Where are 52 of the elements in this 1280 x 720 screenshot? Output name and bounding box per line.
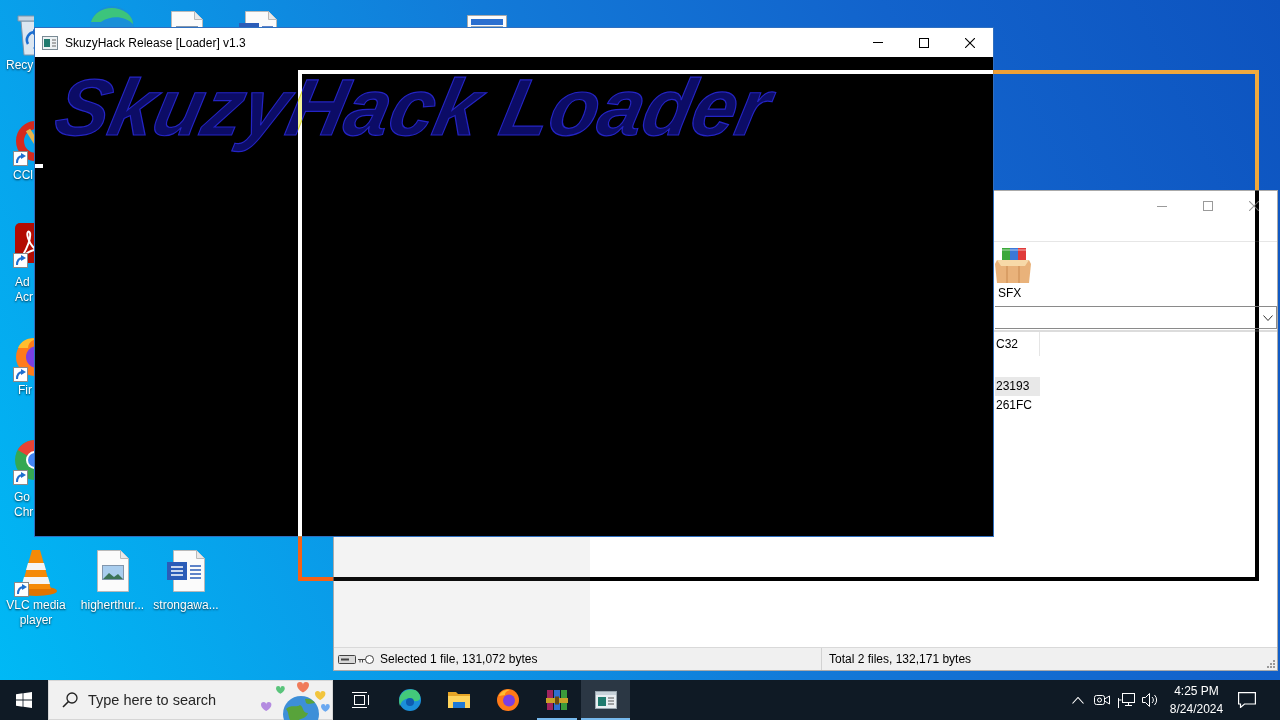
window-title: SkuzyHack Release [Loader] v1.3 <box>65 35 247 50</box>
task-view-icon <box>351 692 370 708</box>
volume-icon[interactable] <box>1141 693 1159 707</box>
image-file-icon[interactable] <box>170 10 204 27</box>
traffic-cone-icon[interactable] <box>13 547 59 597</box>
clock-button[interactable]: 4:25 PM 8/24/2024 <box>1166 680 1227 720</box>
icon-label[interactable]: Recy <box>6 58 34 73</box>
browser-icon <box>397 688 422 712</box>
icon-label[interactable]: higherthur... <box>75 598 150 613</box>
box-icon <box>995 247 1031 283</box>
chevron-up-icon[interactable] <box>1072 696 1084 704</box>
notification-icon <box>1238 692 1256 708</box>
document-icon[interactable] <box>466 14 508 27</box>
search-icon <box>62 692 78 708</box>
maximize-icon <box>919 37 929 48</box>
address-field[interactable] <box>995 306 1277 329</box>
document-icon[interactable] <box>238 10 278 27</box>
image-file-icon[interactable] <box>95 549 130 593</box>
icon-label[interactable]: Fir <box>18 383 32 398</box>
globe-icon <box>259 682 331 720</box>
browser-icon <box>495 688 520 712</box>
document-icon[interactable] <box>166 549 206 593</box>
table-cell-text: 261FC <box>995 397 1034 414</box>
icon-label[interactable]: Go Chr <box>14 490 36 520</box>
toolbar-button[interactable]: SFX <box>995 242 1031 305</box>
video-camera-icon[interactable] <box>1094 693 1110 707</box>
taskbar-button[interactable] <box>581 680 630 720</box>
status-text: Total 2 files, 132,171 bytes <box>829 652 972 666</box>
windows-logo-icon <box>16 692 32 708</box>
ring-shortcut-icon[interactable] <box>12 120 34 166</box>
table-cell: 23193 <box>995 377 1040 396</box>
search-field[interactable]: Type here to search <box>48 680 333 720</box>
books-icon <box>544 688 569 712</box>
status-text: Selected 1 file, 131,072 bytes <box>380 652 538 666</box>
window-icon <box>593 688 618 712</box>
icon-label[interactable]: Ad Acr <box>15 275 35 305</box>
icon-label[interactable]: VLC media player <box>0 598 72 628</box>
resize-grip-icon[interactable] <box>1266 659 1275 668</box>
icon-label[interactable]: strongawa... <box>148 598 224 613</box>
window-icon <box>42 35 58 50</box>
icon-label[interactable]: CCl <box>13 168 33 183</box>
minimize-icon <box>1157 205 1167 207</box>
chevron-down-icon[interactable] <box>1263 314 1273 321</box>
column-header[interactable]: C32 <box>995 332 1040 356</box>
maximize-icon <box>1203 201 1213 211</box>
minimize-icon <box>873 42 883 43</box>
key-icon <box>358 654 374 664</box>
drive-icon <box>338 654 356 664</box>
text-cursor-icon <box>35 164 43 168</box>
network-icon[interactable] <box>1117 692 1135 708</box>
pdf-shortcut-icon[interactable] <box>12 222 34 268</box>
close-icon <box>965 37 975 48</box>
